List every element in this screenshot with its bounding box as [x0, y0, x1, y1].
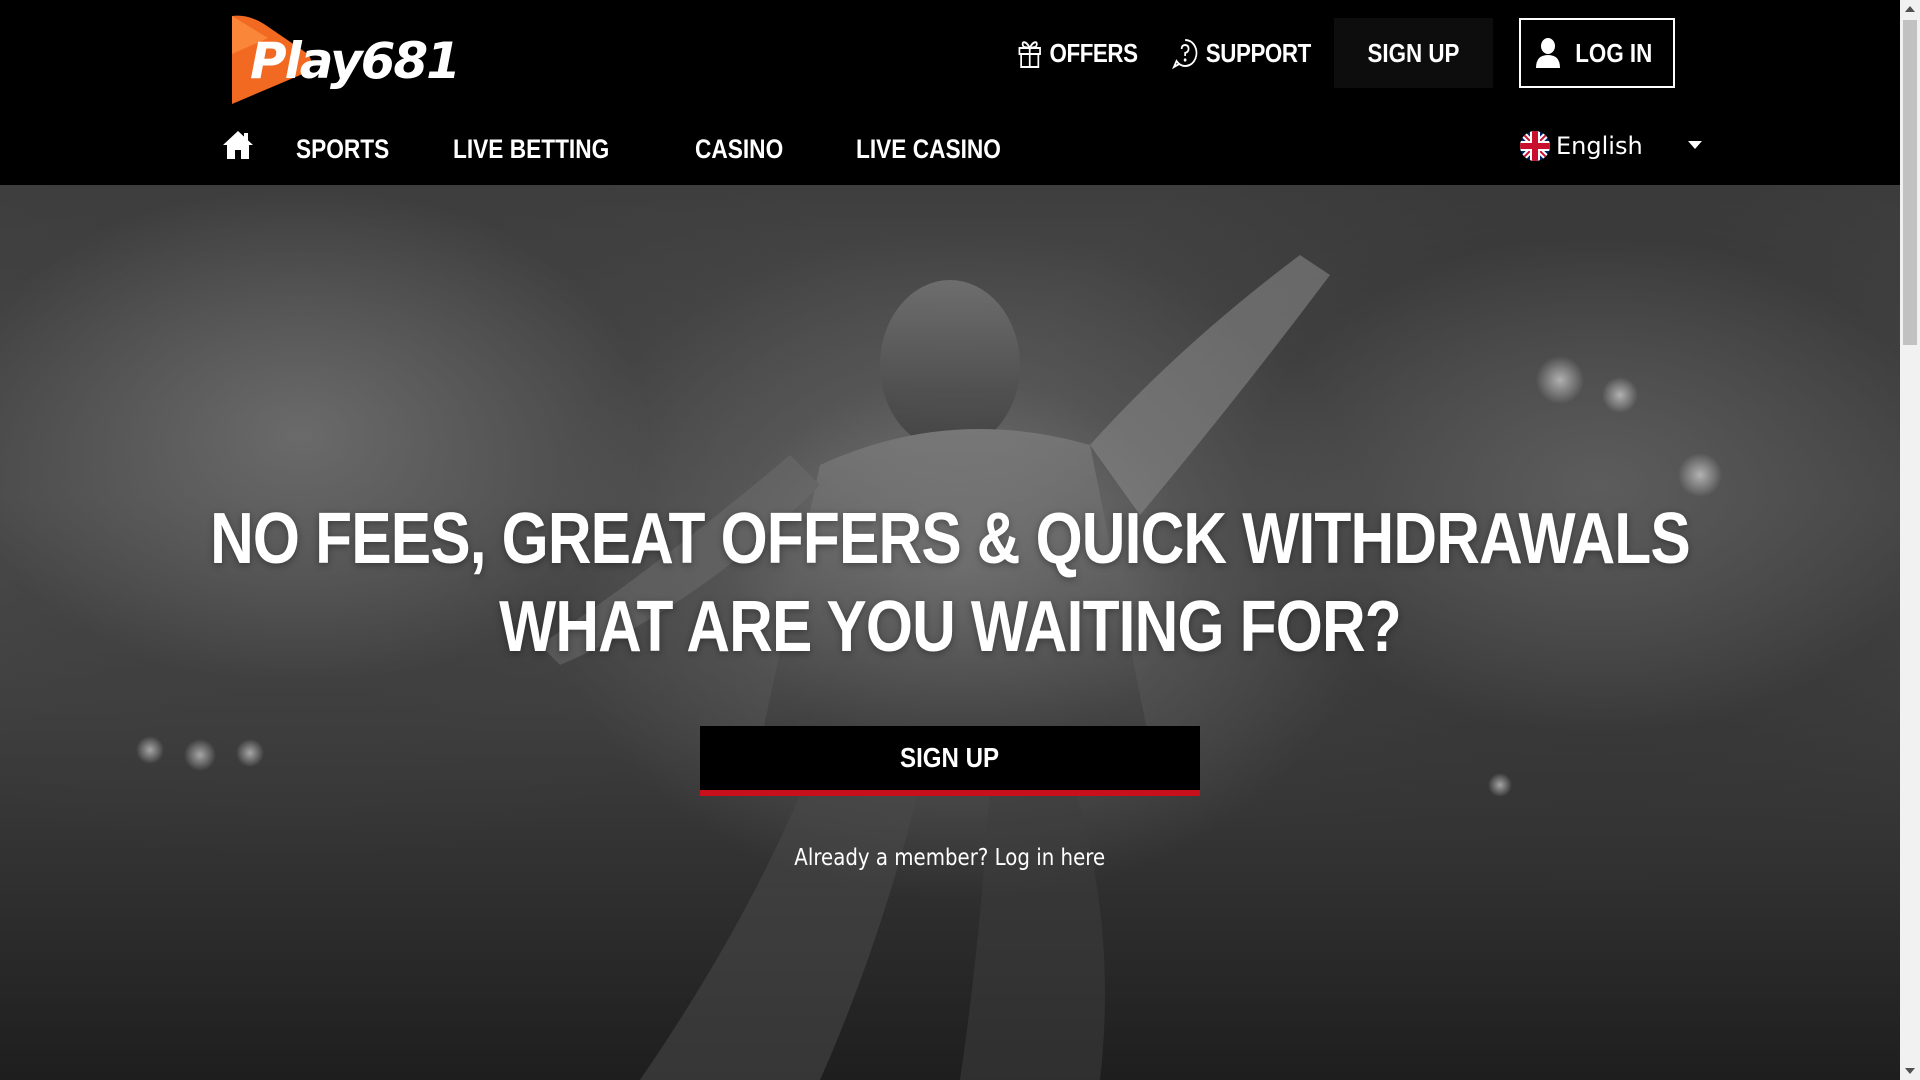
user-icon	[1535, 37, 1561, 69]
offers-label: OFFERS	[1049, 37, 1139, 68]
header-login-button[interactable]: LOG IN	[1519, 18, 1675, 88]
logo-text: Play681	[250, 32, 461, 90]
nav-item-sports[interactable]: SPORTS	[296, 126, 389, 165]
support-link[interactable]: SUPPORT	[1171, 37, 1312, 69]
header-signup-button[interactable]: SIGN UP	[1334, 18, 1493, 88]
header-actions: OFFERS SUPPORT SIGN UP LOG IN	[1007, 18, 1675, 88]
hero-headline-line-1: NO FEES, GREAT OFFERS & QUICK WITHDRAWAL…	[210, 499, 1691, 579]
header-signup-label: SIGN UP	[1367, 37, 1460, 68]
scroll-down-arrow-icon[interactable]	[1900, 1062, 1920, 1080]
scrollbar-thumb[interactable]	[1903, 20, 1917, 345]
language-label: English	[1556, 132, 1643, 160]
hero-signup-button[interactable]: SIGN UP	[700, 726, 1200, 796]
hero-headline-line-2: WHAT ARE YOU WAITING FOR?	[499, 587, 1402, 667]
language-select[interactable]: English	[1520, 127, 1702, 165]
home-icon[interactable]	[222, 129, 254, 161]
page: Play681 OFFERS SUPPORT SIGN UP LOG IN SP…	[0, 0, 1900, 1080]
top-header: Play681 OFFERS SUPPORT SIGN UP LOG IN	[0, 0, 1900, 105]
question-circle-icon	[1171, 37, 1199, 69]
header-login-label: LOG IN	[1575, 37, 1653, 68]
nav-items: SPORTS LIVE BETTING CASINO LIVE CASINO	[296, 105, 1085, 185]
hero-banner: NO FEES, GREAT OFFERS & QUICK WITHDRAWAL…	[0, 185, 1900, 1080]
nav-item-live-betting[interactable]: LIVE BETTING	[453, 126, 609, 165]
hero-signup-label: SIGN UP	[900, 742, 1000, 773]
offers-link[interactable]: OFFERS	[1017, 37, 1138, 69]
page-scrollbar[interactable]	[1900, 0, 1920, 1080]
main-nav: SPORTS LIVE BETTING CASINO LIVE CASINO E…	[0, 105, 1900, 185]
nav-item-live-casino[interactable]: LIVE CASINO	[856, 126, 1001, 165]
scroll-up-arrow-icon[interactable]	[1900, 0, 1920, 18]
hero-login-label: Already a member? Log in here	[794, 845, 1106, 871]
support-label: SUPPORT	[1205, 37, 1312, 68]
hero-login-link[interactable]: Already a member? Log in here	[0, 845, 1900, 871]
gift-icon	[1017, 37, 1043, 69]
uk-flag-icon	[1520, 131, 1550, 161]
nav-item-casino[interactable]: CASINO	[695, 126, 783, 165]
brand-logo[interactable]: Play681	[228, 14, 461, 106]
hero-headline: NO FEES, GREAT OFFERS & QUICK WITHDRAWAL…	[0, 495, 1900, 671]
caret-down-icon	[1688, 141, 1702, 149]
